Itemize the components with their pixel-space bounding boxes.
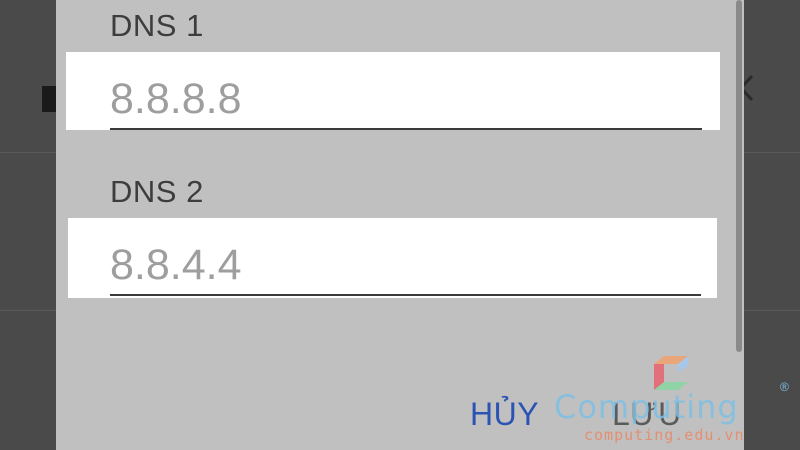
dns2-input[interactable]: [110, 236, 701, 296]
watermark-brand-name: Computing: [554, 388, 739, 426]
cancel-button[interactable]: HỦY: [470, 396, 539, 433]
dns1-label: DNS 1: [110, 8, 204, 43]
dns1-input[interactable]: [110, 70, 702, 130]
dns2-field-container: [68, 218, 717, 298]
watermark-registered-mark: ®: [780, 380, 789, 394]
scrollbar-thumb[interactable]: [736, 0, 742, 352]
watermark: Computing ® computing.edu.vn: [554, 348, 800, 448]
dns2-label: DNS 2: [110, 174, 204, 209]
watermark-url: computing.edu.vn: [584, 426, 745, 444]
dns1-field-container: [66, 52, 720, 130]
